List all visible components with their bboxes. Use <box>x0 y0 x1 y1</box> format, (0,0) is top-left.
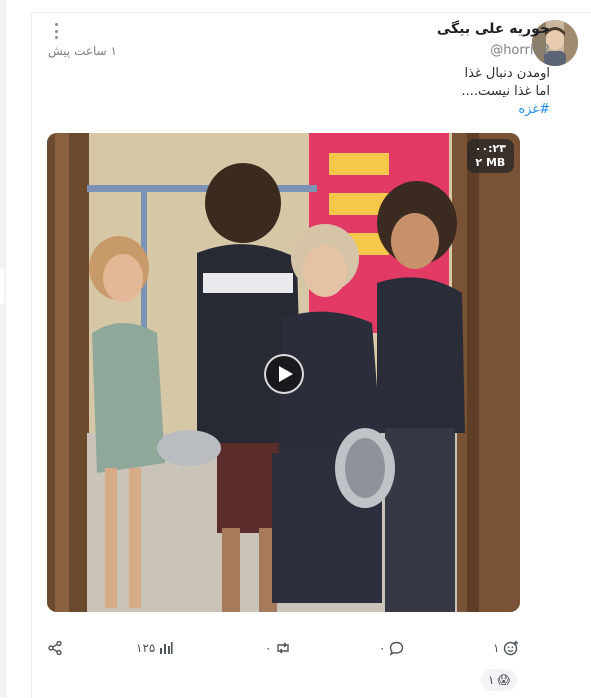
react-count: ۱ <box>493 641 500 655</box>
side-rail <box>0 0 6 697</box>
video-size: ۲ MB <box>475 156 506 169</box>
repost-icon <box>277 642 290 654</box>
video-duration: ۰۰:۲۳ <box>474 142 506 155</box>
post-actions: ۱۲۵ ۰ ۰ ۱ <box>48 638 519 662</box>
views-counter[interactable]: ۱۲۵ <box>136 638 173 658</box>
author-name[interactable]: حوریه علی بیگی <box>437 21 550 37</box>
video-info-badge: ۰۰:۲۳ ۲ MB <box>466 139 514 173</box>
post-card: حوریه علی بیگی @horri52 ۱ ساعت پیش اومدن… <box>31 12 591 698</box>
bar-chart-icon <box>160 642 173 654</box>
hashtag-link[interactable]: #غزه <box>518 102 550 117</box>
views-count: ۱۲۵ <box>136 641 156 655</box>
reaction-count: ۱ <box>488 673 495 687</box>
repost-button[interactable]: ۰ <box>265 638 291 658</box>
comment-icon <box>390 641 404 656</box>
post-text-line: اومدن دنبال غذا <box>464 66 550 81</box>
post-timestamp: ۱ ساعت پیش <box>48 44 117 58</box>
repost-count: ۰ <box>265 641 272 655</box>
react-button[interactable]: ۱ <box>493 638 519 658</box>
shocked-emoji-icon: 😱 <box>497 673 510 687</box>
play-icon <box>279 366 293 382</box>
reply-button[interactable]: ۰ <box>379 638 404 658</box>
more-dots-icon <box>54 23 58 26</box>
video-attachment[interactable]: ۰۰:۲۳ ۲ MB <box>47 133 520 612</box>
rail-marker <box>0 268 4 304</box>
post-text-line: اما غذا نیست.... <box>461 84 550 99</box>
reaction-chip[interactable]: ۱ 😱 <box>481 669 517 691</box>
share-icon <box>48 641 62 655</box>
add-reaction-icon <box>504 640 519 656</box>
reply-count: ۰ <box>379 641 386 655</box>
more-options-button[interactable] <box>50 23 62 39</box>
play-button[interactable] <box>264 354 304 394</box>
post-body: اومدن دنبال غذا اما غذا نیست.... #غزه <box>130 65 550 119</box>
author-handle[interactable]: @horri52 <box>490 43 550 58</box>
share-button[interactable] <box>48 638 62 658</box>
